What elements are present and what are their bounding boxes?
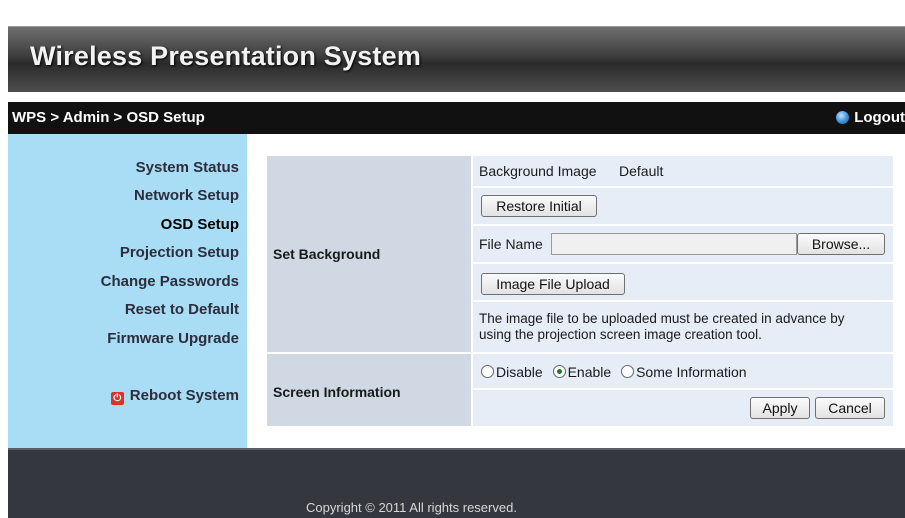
main-content: Set Background Background Image Default …	[247, 134, 905, 448]
footer: Copyright © 2011 All rights reserved.	[8, 448, 905, 518]
sidebar-item-projection-setup[interactable]: Projection Setup	[120, 244, 239, 261]
action-buttons-row: Apply Cancel	[473, 390, 893, 426]
disable-radio[interactable]	[481, 365, 494, 378]
sidebar-item-osd-setup[interactable]: OSD Setup	[161, 216, 239, 233]
sidebar-item-change-passwords[interactable]: Change Passwords	[101, 273, 239, 290]
upload-note-line1: The image file to be uploaded must be cr…	[479, 311, 845, 326]
background-image-value: Default	[619, 163, 664, 179]
reboot-label: Reboot System	[129, 387, 239, 404]
file-name-field[interactable]	[551, 233, 797, 255]
nav-bar: WPS > Admin > OSD Setup Logout	[8, 102, 905, 134]
screen-information-label: Screen Information	[273, 384, 401, 400]
image-file-upload-button[interactable]: Image File Upload	[481, 273, 625, 295]
header-gap	[8, 92, 905, 102]
screen-information-options-row: Disable Enable Some Information	[473, 354, 893, 388]
some-information-radio[interactable]	[621, 365, 635, 378]
sidebar-item-network-setup[interactable]: Network Setup	[134, 187, 239, 204]
browse-button[interactable]: Browse...	[797, 233, 885, 255]
set-background-label-cell: Set Background	[267, 156, 471, 352]
logout-link[interactable]: Logout	[836, 109, 905, 126]
sidebar-item-system-status[interactable]: System Status	[136, 159, 239, 176]
background-image-row: Background Image Default	[473, 156, 893, 186]
power-icon: ⏻	[110, 392, 124, 405]
sidebar-item-firmware-upgrade[interactable]: Firmware Upgrade	[107, 330, 239, 347]
apply-button[interactable]: Apply	[750, 397, 810, 419]
logout-label: Logout	[854, 109, 905, 126]
file-name-label: File Name	[479, 236, 543, 252]
some-information-radio-label: Some Information	[636, 364, 747, 380]
cancel-button[interactable]: Cancel	[815, 397, 885, 419]
sidebar: System Status Network Setup OSD Setup Pr…	[8, 134, 247, 448]
page-frame: Wireless Presentation System WPS > Admin…	[8, 10, 905, 518]
screen-information-label-cell: Screen Information	[267, 354, 471, 426]
file-name-row: File Name Browse...	[473, 226, 893, 262]
upload-note-row: The image file to be uploaded must be cr…	[473, 302, 893, 352]
upload-note-line2: using the projection screen image creati…	[479, 327, 762, 342]
enable-radio-label: Enable	[567, 364, 612, 380]
disable-radio-label: Disable	[496, 364, 543, 380]
app-title: Wireless Presentation System	[30, 41, 422, 71]
upload-row: Image File Upload	[473, 264, 893, 300]
logout-icon	[836, 111, 850, 124]
restore-initial-button[interactable]: Restore Initial	[481, 195, 597, 217]
set-background-label: Set Background	[273, 246, 381, 262]
enable-radio[interactable]	[552, 365, 566, 378]
app-header: Wireless Presentation System	[8, 26, 905, 93]
copyright-text: Copyright © 2011 All rights reserved.	[306, 500, 517, 515]
restore-row: Restore Initial	[473, 188, 893, 224]
sidebar-item-reboot-system[interactable]: ⏻ Reboot System	[110, 387, 239, 405]
sidebar-item-reset-to-default[interactable]: Reset to Default	[125, 301, 239, 318]
background-image-label: Background Image	[479, 163, 597, 179]
breadcrumb: WPS > Admin > OSD Setup	[12, 109, 205, 126]
